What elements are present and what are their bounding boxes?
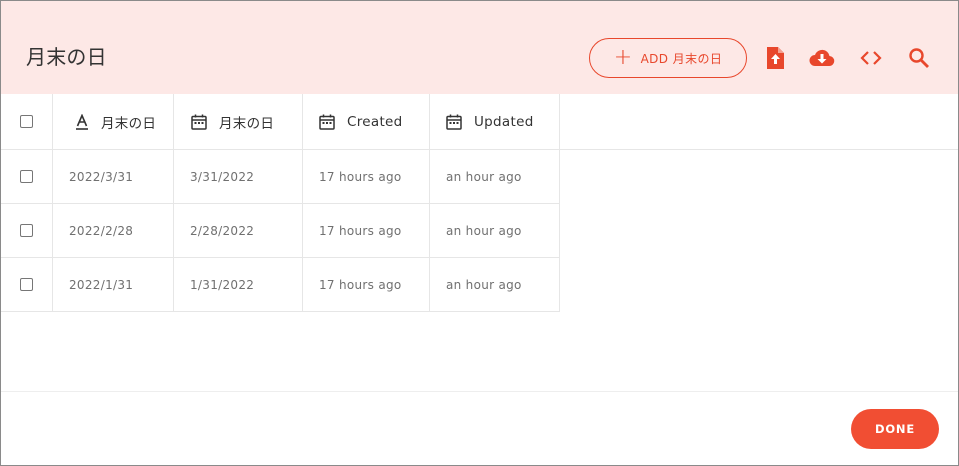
column-header-label: Updated: [474, 113, 534, 130]
row-checkbox-cell: [1, 150, 53, 203]
table-cell[interactable]: 2/28/2022: [174, 204, 303, 257]
table-cell[interactable]: 1/31/2022: [174, 258, 303, 311]
table-cell[interactable]: 2022/3/31: [53, 150, 174, 203]
table-cell: 17 hours ago: [303, 204, 430, 257]
header-checkbox-cell: [1, 94, 53, 149]
table-cell[interactable]: 2022/1/31: [53, 258, 174, 311]
row-checkbox[interactable]: [19, 170, 33, 183]
row-checkbox[interactable]: [19, 224, 33, 237]
select-all-checkbox[interactable]: [19, 115, 33, 128]
table-cell[interactable]: 2022/2/28: [53, 204, 174, 257]
code-icon[interactable]: [858, 45, 884, 71]
footer-divider: [1, 391, 958, 392]
table-row[interactable]: 2022/2/28 2/28/2022 17 hours ago an hour…: [1, 204, 560, 258]
download-icon[interactable]: [809, 45, 835, 71]
table-cell: 17 hours ago: [303, 258, 430, 311]
dialog: 月末の日 + ADD 月末の日 月末の日 月末の日 Created Update…: [0, 0, 959, 466]
table-cell[interactable]: 3/31/2022: [174, 150, 303, 203]
add-row-button[interactable]: + ADD 月末の日: [589, 38, 747, 78]
table-cell: 17 hours ago: [303, 150, 430, 203]
table-cell: an hour ago: [430, 258, 560, 311]
table-cell: an hour ago: [430, 150, 560, 203]
dialog-header: 月末の日 + ADD 月末の日: [1, 1, 958, 94]
column-header-label: Created: [347, 113, 403, 130]
add-row-button-label: ADD 月末の日: [640, 51, 723, 66]
text-icon: [75, 113, 89, 130]
data-table: 月末の日 月末の日 Created Updated 2022/3/31 3/31…: [1, 94, 560, 312]
column-header-label: 月末の日: [219, 115, 275, 132]
column-header-updated[interactable]: Updated: [430, 94, 560, 149]
column-header-created[interactable]: Created: [303, 94, 430, 149]
table-cell: an hour ago: [430, 204, 560, 257]
calendar-icon: [446, 114, 462, 130]
column-header-text[interactable]: 月末の日: [53, 94, 174, 149]
column-header-label: 月末の日: [101, 115, 157, 132]
table-row[interactable]: 2022/3/31 3/31/2022 17 hours ago an hour…: [1, 150, 560, 204]
table-row[interactable]: 2022/1/31 1/31/2022 17 hours ago an hour…: [1, 258, 560, 312]
row-checkbox-cell: [1, 204, 53, 257]
dialog-title: 月末の日: [26, 45, 107, 69]
plus-icon: +: [613, 45, 633, 70]
calendar-icon: [319, 114, 335, 130]
search-icon[interactable]: [906, 45, 932, 71]
table-header-row: 月末の日 月末の日 Created Updated: [1, 94, 560, 150]
column-header-date[interactable]: 月末の日: [174, 94, 303, 149]
upload-icon[interactable]: [762, 45, 788, 71]
done-button[interactable]: DONE: [851, 409, 939, 449]
row-checkbox-cell: [1, 258, 53, 311]
row-checkbox[interactable]: [19, 278, 33, 291]
calendar-icon: [191, 114, 207, 130]
